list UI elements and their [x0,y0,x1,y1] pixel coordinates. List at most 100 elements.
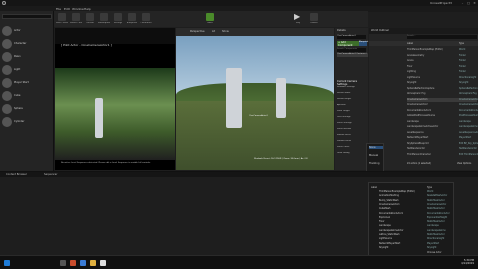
unreal-taskbar-icon[interactable] [100,260,106,266]
folder-icon[interactable] [90,260,96,266]
launch-button[interactable]: Launch [308,12,320,26]
mode-item[interactable]: Cylinder [2,116,52,128]
mannequin-figure[interactable] [226,68,242,128]
actor-picker-row-label: CineCameraActor1 [379,202,400,206]
property-row[interactable]: Sensor Width [337,92,368,96]
add-component-button[interactable]: + Add Component [337,41,359,47]
property-row[interactable]: Focus Method [337,128,368,132]
show-dropdown[interactable]: Show [222,30,229,33]
property-row[interactable]: Focus Settings [337,122,368,126]
property-row[interactable]: Manual Focus [337,134,368,138]
actor-thumbnail-icon [2,78,12,88]
actor-picker-row[interactable]: SkyLight SkyLight [379,246,455,250]
save-button[interactable]: Save Current [56,12,68,26]
content-button[interactable]: Content [84,12,96,26]
outliner-row[interactable]: CineCameraActor1 CineCameraActor [407,97,478,102]
outliner-row-type: LevelSequenceActor [459,130,478,134]
outliner-row[interactable]: NetworkPlayerStart PlayerStart [407,136,477,140]
cinematics-button[interactable]: Cinematics [140,12,152,26]
property-row[interactable]: Lens Settings [337,116,368,120]
lit-dropdown[interactable]: Lit [212,30,215,33]
outliner-row[interactable]: Landscape Landscape [407,120,477,124]
main-viewport[interactable]: Perspective Lit Show CineCameraActor1 Fi… [176,28,334,170]
maximize-button[interactable]: □ [466,1,471,5]
focus-method-dropdown[interactable]: None Manual Tracking [366,143,384,173]
actor-picker-row-type: StaticMeshActor [427,207,445,211]
outliner-row[interactable]: SkySphereBlueprint Edit BP_Sky_Sphere [407,142,478,146]
choose-actor-button[interactable]: Choose Actor [427,251,442,254]
close-button[interactable]: ✕ [472,1,477,5]
mode-item[interactable]: Character [2,38,52,50]
blueprints-button[interactable]: Blueprints [126,12,138,26]
outliner-search-input[interactable]: Search... [407,35,477,39]
outliner-row[interactable]: ArenaGeometry Folder [407,54,477,58]
outliner-row[interactable]: Arena Folder [407,59,477,63]
outliner-row[interactable]: Atmospheric Fog AtmosphericFog [407,92,477,96]
mode-item[interactable]: Player Start [2,77,52,89]
outliner-row[interactable]: LightSource DirectionalLight [407,76,477,80]
mode-item[interactable]: Sphere [2,103,52,115]
marketplace-icon [100,13,108,21]
mode-item[interactable]: Light [2,64,52,76]
outliner-row[interactable]: GlobalPostProcessVolume PostProcessVolume [407,114,478,118]
blueprint-button[interactable]: Blueprint [359,41,368,46]
property-row[interactable]: Draw Debug [337,152,368,156]
outliner-row[interactable]: TextRenderActor TextRenderActor [407,147,477,151]
app-icon[interactable] [80,260,86,266]
outliner-row-type: TextRenderActor [459,147,477,150]
mode-item[interactable]: Pawn [2,51,52,63]
outliner-row[interactable]: LevelSequence LevelSequenceActor [407,130,478,135]
mode-item[interactable]: Cube [2,90,52,102]
play-button[interactable]: ▶ Play [292,12,304,26]
outliner-row[interactable]: Lighting Folder [407,70,477,74]
outliner-row[interactable]: DocumentationActor1 DocumentationActor [407,108,478,113]
app-icon[interactable] [70,260,76,266]
dropdown-option[interactable]: Tracking [369,162,379,165]
outliner-row[interactable]: ThirdPersonExampleMap (Editor) World [407,48,477,52]
source-control-button[interactable]: Source Control [70,12,82,26]
property-row[interactable]: Smooth Focus [337,140,368,144]
tab-content-browser[interactable]: Content Browser [6,173,27,176]
tab-sequencer[interactable]: Sequencer [44,173,57,176]
actor-thumbnail-icon [2,52,12,62]
actor-thumbnail-icon [2,65,12,75]
name-field[interactable]: CineCameraActor1 [337,35,366,39]
outliner-row[interactable]: ThirdPersonCharacter Edit ThirdPersonC [407,153,478,157]
property-row[interactable]: Focal Length [337,110,368,114]
outliner-row[interactable]: CineCameraActor2 CineCameraActor [407,103,478,107]
details-tab[interactable]: Details [337,29,346,32]
property-row[interactable]: Sensor Height [337,98,368,102]
type-column[interactable]: Type [459,42,464,45]
component-search-input[interactable]: Search Components [337,48,366,52]
minimize-button[interactable]: – [460,1,465,5]
property-row[interactable]: Aperture [337,104,368,108]
property-row[interactable]: Focus Offset [337,146,368,150]
filmback-caption: Filmback Preset: 16:9 DSLR | Zoom: 35.0m… [254,158,308,160]
mode-item[interactable]: Actor [2,25,52,37]
view-options-button[interactable]: View Options [457,162,471,165]
build-button[interactable]: Build [204,12,216,26]
window-title: UnrealProject3 [430,1,452,5]
dropdown-option[interactable]: None [369,146,383,149]
marketplace-button[interactable]: Marketplace [98,12,110,26]
world-outliner: World Outliner Search... Label Type Thir… [369,28,478,170]
outliner-row[interactable]: Floor Folder [407,65,477,69]
perspective-dropdown[interactable]: Perspective [190,30,204,33]
dropdown-option[interactable]: Manual [369,154,378,157]
mannequin-figure[interactable] [276,78,286,118]
outliner-row-label: GlobalPostProcessVolume [407,114,435,117]
class-search-input[interactable] [2,14,52,19]
outliner-tab[interactable]: World Outliner [371,29,389,32]
property-row[interactable]: Filmback Settings [337,86,368,90]
settings-button[interactable]: Settings [112,12,124,26]
outliner-row-label: DocumentationActor1 [407,108,432,112]
label-column[interactable]: Label [407,42,413,45]
outliner-row[interactable]: SphereReflectionCapture SphereReflection [407,87,478,91]
component-item[interactable]: CineCameraActor1 (Instance) [337,53,368,57]
outliner-row[interactable]: SkyLight SkyLight [407,81,477,85]
outliner-row[interactable]: LandscapeGizmoActiveActor LandscapeGizmo [407,125,478,129]
task-view-icon[interactable] [60,260,66,266]
windows-start-icon[interactable] [4,260,10,266]
outliner-row-type: Folder [459,59,466,62]
pilot-viewport[interactable]: [ Pilot Actor - CineCameraActor1 ] No ac… [55,28,175,170]
